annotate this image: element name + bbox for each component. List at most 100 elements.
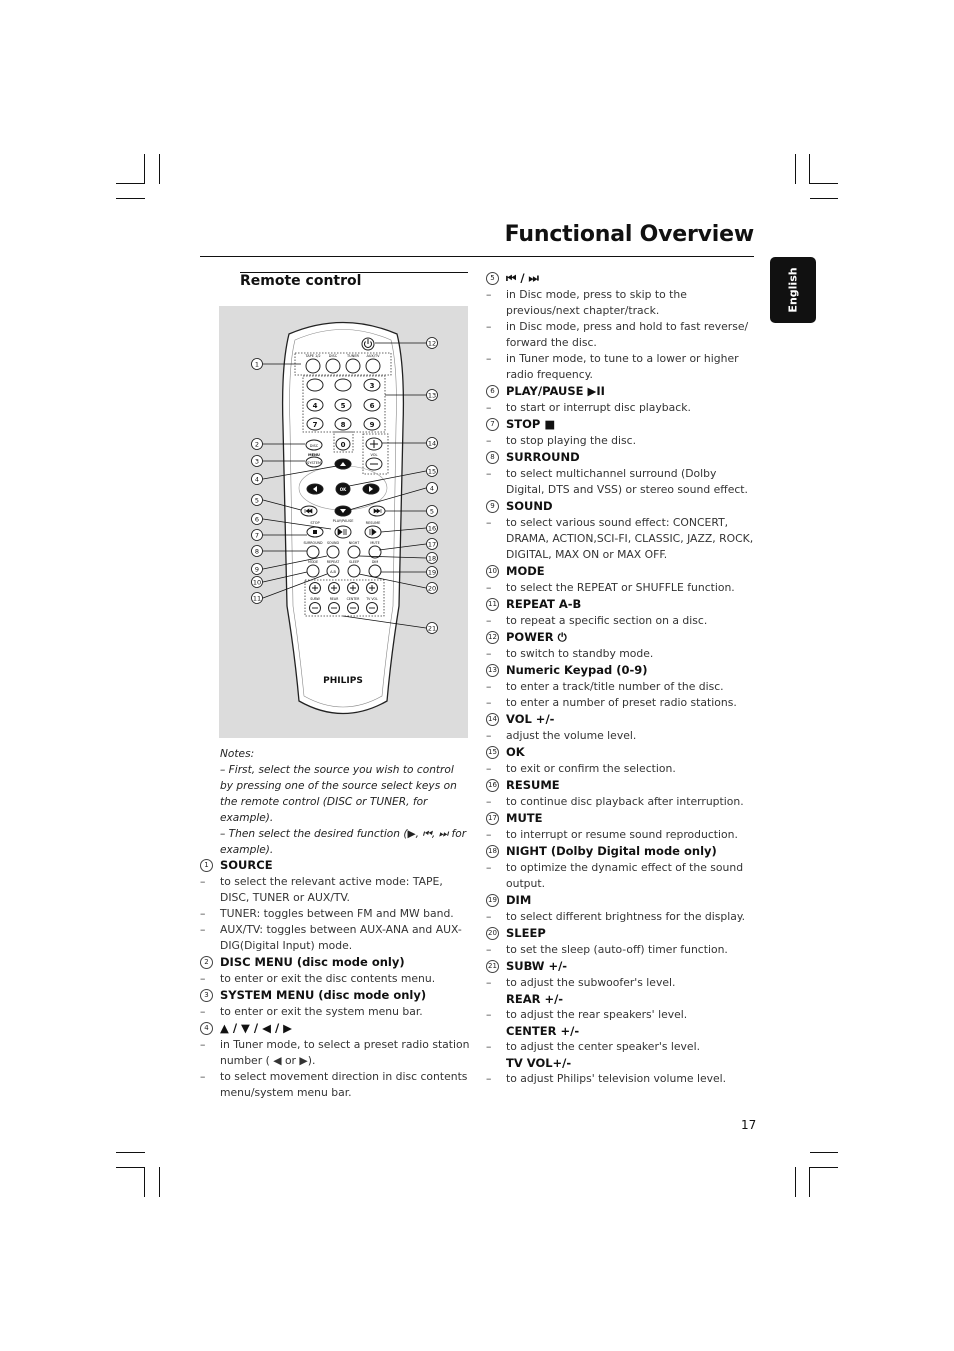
function-name: REPEAT A-B (506, 597, 582, 611)
callout-number: 3 (200, 989, 213, 1002)
function-item-title: 4 ▲ / ▼ / ◀ / ▶ (200, 1020, 470, 1037)
function-item: 10 MODE to select the REPEAT or SHUFFLE fu… (486, 563, 758, 596)
function-item-title: 13 Numeric Keypad (0-9) (486, 662, 758, 679)
playpause-label: PLAY/PAUSE (333, 519, 354, 523)
level-key-label: REAR (330, 597, 339, 601)
function-name: SLEEP (506, 926, 546, 940)
function-name: NIGHT (Dolby Digital mode only) (506, 844, 717, 858)
function-description: to exit or confirm the selection. (486, 761, 758, 777)
function-description: adjust the volume level. (486, 728, 758, 744)
callout-number: 16 (428, 525, 436, 533)
numeric-key-label: 7 (313, 421, 318, 429)
function-name: RESUME (506, 778, 560, 792)
function-name: STOP ■ (506, 417, 556, 431)
function-description: to select different brightness for the d… (486, 909, 758, 925)
notes-heading: Notes: (220, 748, 255, 760)
callout-number: 1 (200, 859, 213, 872)
source-key (325, 358, 341, 374)
callout-number: 12 (486, 631, 499, 644)
function-item-title: 9 SOUND (486, 498, 758, 515)
function-item: 17 MUTE to interrupt or resume sound repro… (486, 810, 758, 843)
section-title: Remote control (240, 273, 362, 289)
function-item: 6 PLAY/PAUSE ▶II to start or interrupt dis… (486, 383, 758, 416)
notes-block: Notes: – First, select the source you wi… (220, 746, 470, 858)
callout-number: 6 (255, 516, 259, 524)
callout-number: 10 (486, 565, 499, 578)
callout-number: 15 (486, 746, 499, 759)
callout-number: 5 (486, 272, 499, 285)
function-item: 16 RESUME to continue disc playback after … (486, 777, 758, 810)
function-description: to adjust the subwoofer's level. (486, 975, 758, 991)
callout-number: 3 (255, 458, 259, 466)
callout-number: 18 (486, 845, 499, 858)
ok-label: OK (340, 487, 347, 492)
function-item-title: 10 MODE (486, 563, 758, 580)
function-item-title: 11 REPEAT A-B (486, 596, 758, 613)
disc-label: DISC (310, 444, 319, 448)
remote-control-figure: TAPE 1/2 DISC TUNER AUX/TV 3 4 5 6 7 8 9 0 DISC MENU S… (219, 306, 468, 738)
callout-number: 19 (428, 569, 436, 577)
function-key-label: SLEEP (349, 560, 359, 564)
function-description: to adjust the center speaker's level. (486, 1039, 758, 1055)
stop-label: STOP (310, 521, 319, 525)
source-key (345, 358, 361, 374)
callout-number: 7 (486, 418, 499, 431)
function-subname: CENTER +/- (506, 1024, 580, 1038)
function-description: to select the REPEAT or SHUFFLE function… (486, 580, 758, 596)
function-item: 18 NIGHT (Dolby Digital mode only) to opti… (486, 843, 758, 892)
callout-number: 18 (428, 555, 436, 563)
function-item-title: 3 SYSTEM MENU (disc mode only) (200, 987, 470, 1004)
function-description: to repeat a specific section on a disc. (486, 613, 758, 629)
function-item-title: 1 SOURCE (200, 857, 470, 874)
function-name: Numeric Keypad (0-9) (506, 663, 648, 677)
function-subname: TV VOL+/- (506, 1056, 572, 1070)
notes-line-2: – Then select the desired function (▶, ⏮… (220, 828, 467, 856)
function-key-label: SOUND (327, 541, 340, 545)
function-description: to switch to standby mode. (486, 646, 758, 662)
numeric-key-label: 5 (341, 402, 346, 410)
function-item-title: 20 SLEEP (486, 925, 758, 942)
callout-number: 20 (428, 585, 436, 593)
function-key (306, 545, 320, 559)
function-item-title: 17 MUTE (486, 810, 758, 827)
numeric-key (334, 378, 352, 392)
function-item-title: 18 NIGHT (Dolby Digital mode only) (486, 843, 758, 860)
left-column-items: 1 SOURCE to select the relevant active mod… (200, 857, 470, 1101)
menu-label: MENU (308, 453, 320, 457)
callout-number: 8 (255, 548, 259, 556)
page-number: 17 (741, 1118, 757, 1132)
function-description: in Disc mode, press to skip to the previ… (486, 287, 758, 319)
play-pause-button (334, 525, 352, 539)
function-item-title: 14 VOL +/- (486, 711, 758, 728)
numeric-key-label: 8 (341, 421, 346, 429)
callout-number: 13 (486, 664, 499, 677)
callout-number: 9 (486, 500, 499, 513)
callout-number: 21 (428, 625, 436, 633)
function-item-title: 6 PLAY/PAUSE ▶II (486, 383, 758, 400)
stop-icon (313, 530, 317, 534)
callout-number: 13 (428, 392, 436, 400)
callout-number: 6 (486, 385, 499, 398)
language-tab: English (770, 257, 816, 323)
callout-number: 19 (486, 894, 499, 907)
callout-number: 20 (486, 927, 499, 940)
callout-number: 11 (486, 598, 499, 611)
numeric-key-label: 0 (341, 441, 346, 449)
function-description: in Disc mode, press and hold to fast rev… (486, 319, 758, 351)
function-description: to select various sound effect: CONCERT,… (486, 515, 758, 563)
callout-number: 2 (255, 441, 259, 449)
page-title: Functional Overview (504, 222, 755, 247)
callout-number: 16 (486, 779, 499, 792)
function-name: ⏮ / ⏭ (506, 271, 539, 285)
function-item-title: 7 STOP ■ (486, 416, 758, 433)
notes-line-1: – First, select the source you wish to c… (220, 764, 457, 824)
callout-number: 7 (255, 532, 259, 540)
level-key-label: CENTER (347, 597, 361, 601)
function-name: DIM (506, 893, 532, 907)
function-key (368, 564, 382, 578)
function-description: to enter or exit the system menu bar. (200, 1004, 470, 1020)
function-description: to stop playing the disc. (486, 433, 758, 449)
function-name: PLAY/PAUSE ▶II (506, 384, 605, 398)
right-column-items: 5 ⏮ / ⏭ in Disc mode, press to skip to the… (486, 270, 758, 1087)
function-key-label: DIM (372, 560, 379, 564)
